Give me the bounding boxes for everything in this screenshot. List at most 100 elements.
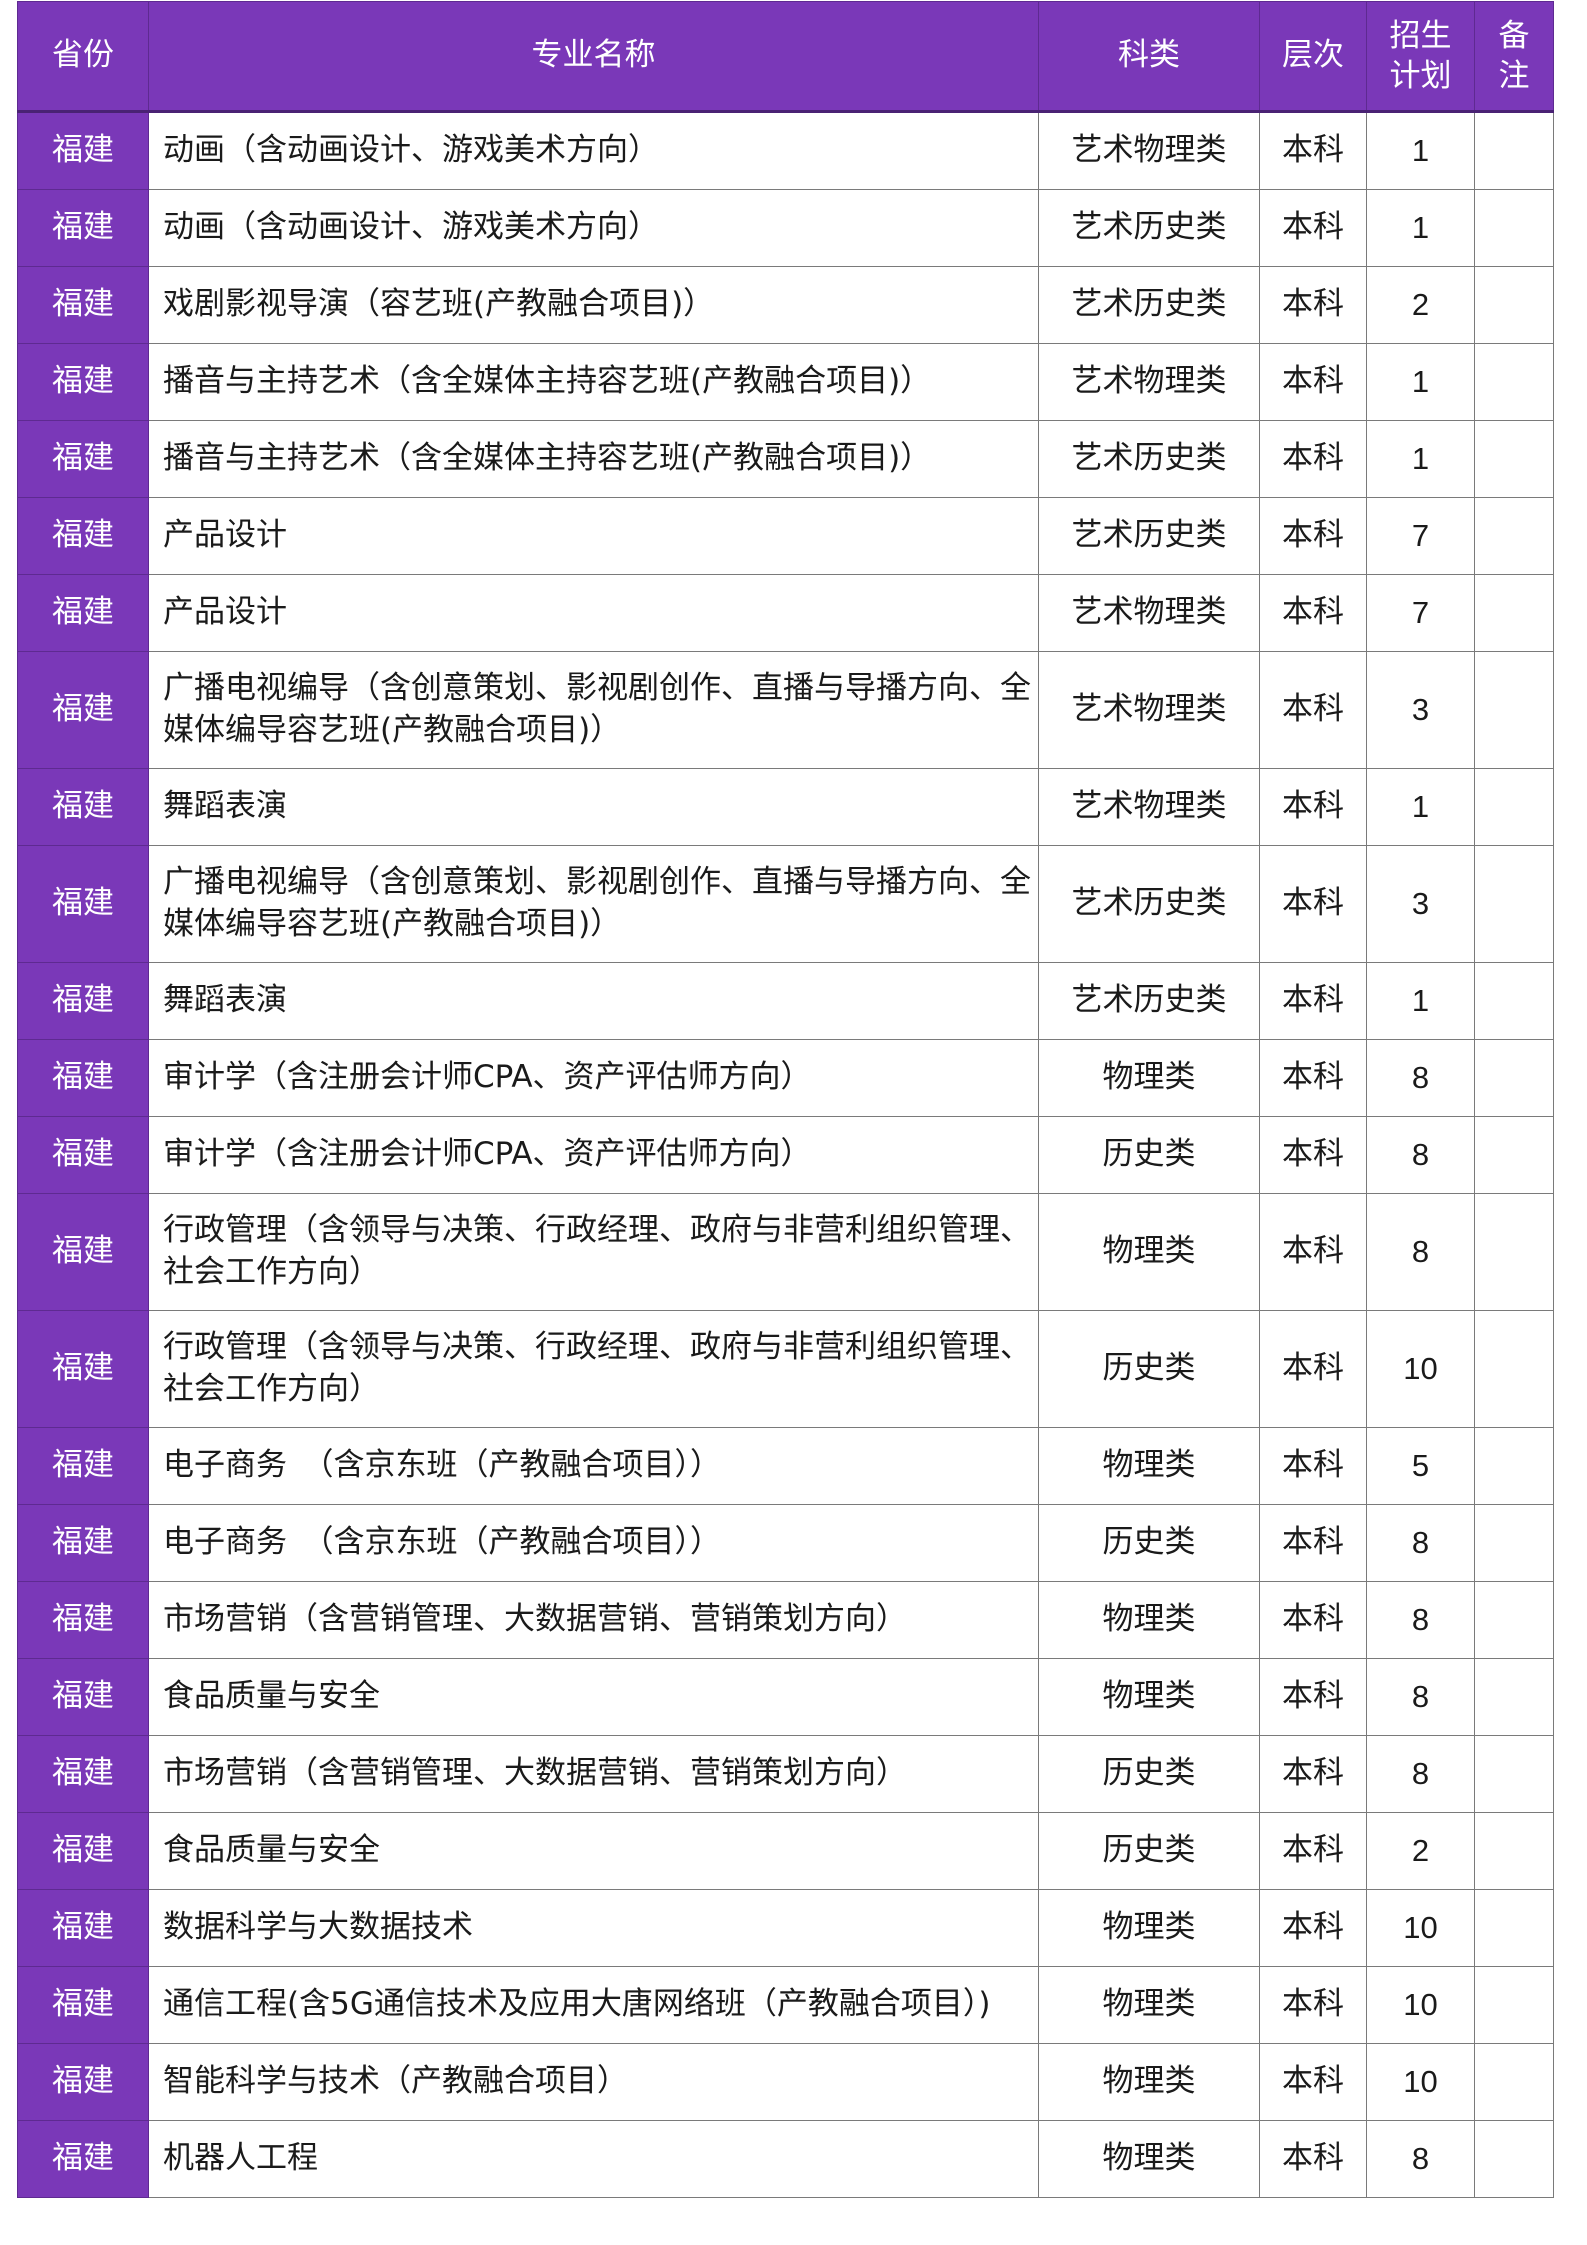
plan-count-cell: 2 [1366,1812,1475,1890]
province-cell: 福建 [17,651,149,769]
major-name-cell: 市场营销（含营销管理、大数据营销、营销策划方向） [148,1735,1039,1813]
plan-count-cell: 8 [1366,1504,1475,1582]
table-row: 福建 审计学（含注册会计师CPA、资产评估师方向） 历史类 本科 8 [17,1116,1554,1194]
table-row: 福建 广播电视编导（含创意策划、影视剧创作、直播与导播方向、全媒体编导容艺班(产教… [17,845,1554,963]
province-cell: 福建 [17,343,149,421]
major-name-cell: 食品质量与安全 [148,1658,1039,1736]
note-cell [1474,1427,1554,1505]
header-row: 省份 专业名称 科类 层次 招生 计划 备 注 [17,1,1554,113]
table-row: 福建 市场营销（含营销管理、大数据营销、营销策划方向） 物理类 本科 8 [17,1581,1554,1659]
note-cell [1474,343,1554,421]
plan-count-cell: 1 [1366,111,1475,190]
major-name-cell: 市场营销（含营销管理、大数据营销、营销策划方向） [148,1581,1039,1659]
major-name-cell: 通信工程(含5G通信技术及应用大唐网络班（产教融合项目）) [148,1966,1039,2044]
document-page: 省份 专业名称 科类 层次 招生 计划 备 注 福建 动画（含动画设计、游戏美术方… [0,0,1587,2245]
category-cell: 艺术物理类 [1038,111,1260,190]
major-name-cell: 动画（含动画设计、游戏美术方向） [148,111,1039,190]
table-row: 福建 电子商务 （含京东班（产教融合项目）） 物理类 本科 5 [17,1427,1554,1505]
note-cell [1474,1889,1554,1967]
level-cell: 本科 [1259,1310,1367,1428]
table-row: 福建 行政管理（含领导与决策、行政经理、政府与非营利组织管理、社会工作方向） 历史类… [17,1310,1554,1428]
table-row: 福建 审计学（含注册会计师CPA、资产评估师方向） 物理类 本科 8 [17,1039,1554,1117]
level-cell: 本科 [1259,420,1367,498]
category-cell: 物理类 [1038,2043,1260,2121]
major-name-cell: 电子商务 （含京东班（产教融合项目）） [148,1504,1039,1582]
major-name-cell: 机器人工程 [148,2120,1039,2198]
province-cell: 福建 [17,574,149,652]
major-name-cell: 播音与主持艺术（含全媒体主持容艺班(产教融合项目)） [148,420,1039,498]
enrollment-plan-table: 省份 专业名称 科类 层次 招生 计划 备 注 福建 动画（含动画设计、游戏美术方… [17,1,1554,2198]
header-category: 科类 [1038,1,1260,113]
note-cell [1474,1039,1554,1117]
level-cell: 本科 [1259,2120,1367,2198]
major-name-cell: 数据科学与大数据技术 [148,1889,1039,1967]
major-name-cell: 审计学（含注册会计师CPA、资产评估师方向） [148,1039,1039,1117]
province-cell: 福建 [17,1039,149,1117]
province-cell: 福建 [17,1966,149,2044]
major-name-cell: 食品质量与安全 [148,1812,1039,1890]
category-cell: 艺术物理类 [1038,574,1260,652]
note-cell [1474,1504,1554,1582]
plan-count-cell: 8 [1366,2120,1475,2198]
province-cell: 福建 [17,845,149,963]
header-plan-line2: 计划 [1389,58,1452,94]
category-cell: 物理类 [1038,1889,1260,1967]
major-name-cell: 审计学（含注册会计师CPA、资产评估师方向） [148,1116,1039,1194]
plan-count-cell: 10 [1366,2043,1475,2121]
major-name-cell: 电子商务 （含京东班（产教融合项目）） [148,1427,1039,1505]
note-cell [1474,2120,1554,2198]
major-name-cell: 行政管理（含领导与决策、行政经理、政府与非营利组织管理、社会工作方向） [148,1193,1039,1311]
plan-count-cell: 10 [1366,1310,1475,1428]
level-cell: 本科 [1259,651,1367,769]
plan-count-cell: 2 [1366,266,1475,344]
table-row: 福建 广播电视编导（含创意策划、影视剧创作、直播与导播方向、全媒体编导容艺班(产教… [17,651,1554,769]
plan-count-cell: 10 [1366,1966,1475,2044]
table-row: 福建 戏剧影视导演（容艺班(产教融合项目)） 艺术历史类 本科 2 [17,266,1554,344]
plan-count-cell: 3 [1366,845,1475,963]
plan-count-cell: 1 [1366,189,1475,267]
level-cell: 本科 [1259,1735,1367,1813]
category-cell: 历史类 [1038,1310,1260,1428]
table-row: 福建 播音与主持艺术（含全媒体主持容艺班(产教融合项目)） 艺术历史类 本科 1 [17,420,1554,498]
category-cell: 艺术历史类 [1038,845,1260,963]
note-cell [1474,189,1554,267]
category-cell: 物理类 [1038,1966,1260,2044]
table-row: 福建 播音与主持艺术（含全媒体主持容艺班(产教融合项目)） 艺术物理类 本科 1 [17,343,1554,421]
major-name-cell: 智能科学与技术（产教融合项目） [148,2043,1039,2121]
note-cell [1474,1966,1554,2044]
table-body: 福建 动画（含动画设计、游戏美术方向） 艺术物理类 本科 1 福建 动画（含动画设计、游戏美… [17,111,1554,2198]
note-cell [1474,1193,1554,1311]
table-row: 福建 行政管理（含领导与决策、行政经理、政府与非营利组织管理、社会工作方向） 物理类… [17,1193,1554,1311]
province-cell: 福建 [17,189,149,267]
level-cell: 本科 [1259,343,1367,421]
header-level: 层次 [1259,1,1367,113]
province-cell: 福建 [17,266,149,344]
plan-count-cell: 1 [1366,768,1475,846]
major-name-cell: 舞蹈表演 [148,962,1039,1040]
table-row: 福建 数据科学与大数据技术 物理类 本科 10 [17,1889,1554,1967]
province-cell: 福建 [17,768,149,846]
major-name-cell: 戏剧影视导演（容艺班(产教融合项目)） [148,266,1039,344]
category-cell: 物理类 [1038,2120,1260,2198]
major-name-cell: 动画（含动画设计、游戏美术方向） [148,189,1039,267]
note-cell [1474,1116,1554,1194]
table-row: 福建 市场营销（含营销管理、大数据营销、营销策划方向） 历史类 本科 8 [17,1735,1554,1813]
level-cell: 本科 [1259,1966,1367,2044]
note-cell [1474,266,1554,344]
level-cell: 本科 [1259,845,1367,963]
province-cell: 福建 [17,1812,149,1890]
note-cell [1474,2043,1554,2121]
level-cell: 本科 [1259,189,1367,267]
plan-count-cell: 8 [1366,1735,1475,1813]
category-cell: 历史类 [1038,1116,1260,1194]
plan-count-cell: 1 [1366,420,1475,498]
category-cell: 艺术历史类 [1038,189,1260,267]
plan-count-cell: 8 [1366,1039,1475,1117]
table-row: 福建 产品设计 艺术物理类 本科 7 [17,574,1554,652]
table-row: 福建 动画（含动画设计、游戏美术方向） 艺术历史类 本科 1 [17,189,1554,267]
province-cell: 福建 [17,1504,149,1582]
category-cell: 艺术历史类 [1038,962,1260,1040]
plan-count-cell: 8 [1366,1581,1475,1659]
note-cell [1474,1735,1554,1813]
category-cell: 历史类 [1038,1504,1260,1582]
